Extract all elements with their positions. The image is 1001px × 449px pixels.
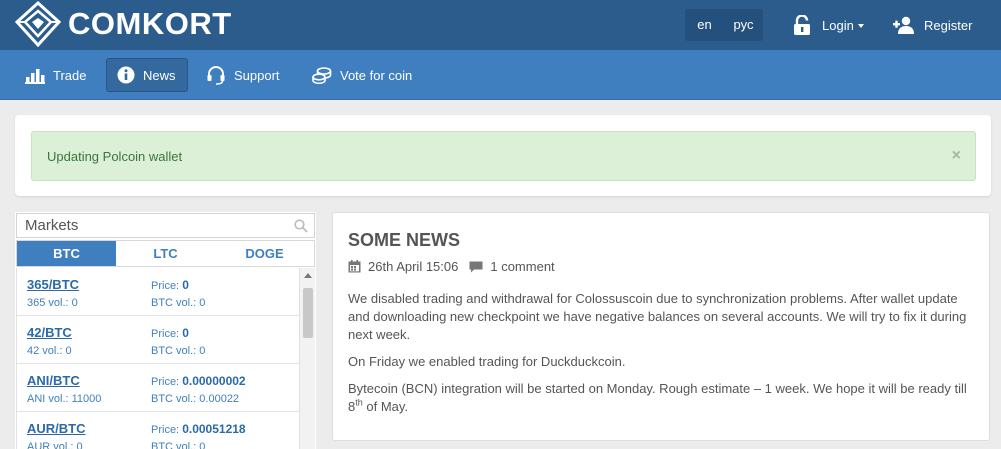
headset-icon	[207, 66, 225, 85]
price-label: Price:	[151, 280, 180, 292]
tab-ltc[interactable]: LTC	[116, 241, 215, 266]
market-row: ANI/BTC ANI vol.: 11000 Price: 0.0000000…	[17, 364, 299, 412]
logo-mark-icon	[14, 1, 62, 47]
wallet-alert: Updating Polcoin wallet ×	[31, 131, 976, 181]
news-date: 26th April 15:06	[368, 259, 459, 274]
markets-search	[16, 213, 315, 238]
news-paragraph: Bytecoin (BCN) integration will be start…	[348, 380, 968, 416]
market-pair-link[interactable]: 42/BTC	[27, 325, 72, 340]
nav-item-support[interactable]: Support	[196, 58, 290, 92]
price-value: 0	[182, 326, 189, 340]
market-volume: 365 vol.: 0	[27, 297, 78, 309]
news-paragraph: We disabled trading and withdrawal for C…	[348, 291, 967, 342]
news-panel: SOME NEWS 26th April 15:06 1 comment We …	[332, 212, 990, 441]
market-price: Price: 0.00051218	[151, 422, 246, 436]
market-btc-volume: BTC vol.: 0	[151, 345, 206, 357]
market-btc-volume: BTC vol.: 0	[151, 441, 206, 449]
price-label: Price:	[151, 328, 180, 340]
register-button[interactable]: Register	[893, 14, 972, 36]
market-volume: 42 vol.: 0	[27, 345, 72, 357]
market-price: Price: 0	[151, 278, 189, 292]
register-label: Register	[924, 17, 973, 33]
chevron-down-icon	[857, 23, 864, 28]
price-value: 0.00000002	[182, 374, 246, 388]
search-icon[interactable]	[294, 219, 308, 233]
market-btc-volume: BTC vol.: 0.00022	[151, 393, 240, 405]
main-nav: Trade News Support Vote for coin	[0, 50, 1001, 100]
market-pair-link[interactable]: 365/BTC	[27, 277, 79, 292]
alert-panel: Updating Polcoin wallet ×	[15, 115, 991, 196]
add-user-icon	[893, 16, 914, 34]
nav-item-trade[interactable]: Trade	[15, 58, 96, 92]
price-value: 0	[182, 278, 189, 292]
news-paragraph-text: Bytecoin (BCN) integration will be start…	[348, 381, 967, 414]
nav-label-trade: Trade	[53, 67, 87, 83]
market-row: 42/BTC 42 vol.: 0 Price: 0 BTC vol.: 0	[17, 316, 299, 364]
login-dropdown[interactable]: Login	[793, 14, 864, 36]
markets-panel: BTC LTC DOGE 365/BTC 365 vol.: 0 Price: …	[15, 212, 316, 449]
news-body: We disabled trading and withdrawal for C…	[348, 290, 968, 425]
alert-text: Updating Polcoin wallet	[47, 149, 183, 164]
tab-doge[interactable]: DOGE	[215, 241, 314, 266]
market-price: Price: 0.00000002	[151, 374, 246, 388]
nav-label-news: News	[143, 67, 176, 83]
top-header: COMKORT en рус Login Register	[0, 0, 1001, 50]
login-label: Login	[822, 17, 854, 33]
nav-label-vote: Vote for coin	[340, 67, 413, 83]
market-volume: AUR vol.: 0	[27, 441, 83, 449]
logo[interactable]: COMKORT	[14, 1, 232, 47]
ordinal-suffix: th	[355, 397, 363, 408]
close-icon[interactable]: ×	[952, 147, 961, 165]
logo-text: COMKORT	[68, 6, 232, 41]
price-label: Price:	[151, 424, 180, 436]
news-paragraph: On Friday we enabled trading for Duckduc…	[348, 354, 626, 369]
market-tabs: BTC LTC DOGE	[16, 240, 315, 267]
lock-icon	[794, 15, 810, 35]
lang-ru-button[interactable]: рус	[724, 9, 763, 41]
lang-en-button[interactable]: en	[685, 9, 724, 41]
info-icon	[117, 66, 135, 84]
news-paragraph-text-end: of May.	[362, 399, 409, 414]
news-meta: 26th April 15:06 1 comment	[348, 259, 555, 274]
scroll-up-icon[interactable]	[300, 270, 316, 282]
price-value: 0.00051218	[182, 422, 246, 436]
tab-btc[interactable]: BTC	[17, 241, 116, 266]
price-label: Price:	[151, 376, 180, 388]
news-comments-link[interactable]: 1 comment	[490, 259, 554, 274]
market-pair-link[interactable]: AUR/BTC	[27, 421, 86, 436]
market-scrollbar[interactable]	[299, 268, 315, 449]
market-row: AUR/BTC AUR vol.: 0 Price: 0.00051218 BT…	[17, 412, 299, 449]
market-price: Price: 0	[151, 326, 189, 340]
market-btc-volume: BTC vol.: 0	[151, 297, 206, 309]
market-pair-link[interactable]: ANI/BTC	[27, 373, 80, 388]
nav-label-support: Support	[234, 67, 280, 83]
calendar-icon	[348, 260, 361, 273]
coins-icon	[312, 67, 332, 84]
market-row: 365/BTC 365 vol.: 0 Price: 0 BTC vol.: 0	[17, 268, 299, 316]
markets-search-input[interactable]	[17, 214, 277, 237]
comment-icon	[469, 261, 483, 272]
nav-item-news[interactable]: News	[106, 58, 188, 92]
bar-chart-icon	[25, 68, 45, 84]
news-title: SOME NEWS	[348, 230, 461, 250]
market-list: 365/BTC 365 vol.: 0 Price: 0 BTC vol.: 0…	[16, 268, 299, 449]
scroll-thumb[interactable]	[303, 288, 313, 338]
language-switcher: en рус	[685, 9, 763, 41]
nav-item-vote[interactable]: Vote for coin	[302, 58, 422, 92]
market-volume: ANI vol.: 11000	[27, 393, 102, 405]
